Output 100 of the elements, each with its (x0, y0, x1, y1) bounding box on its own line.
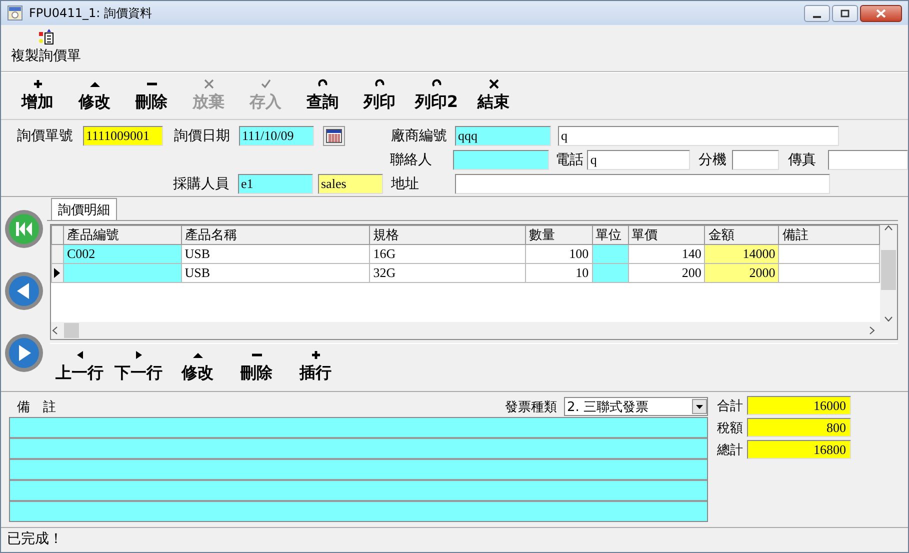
table-cell: 14000 (704, 244, 779, 264)
quote-number-field[interactable]: 1111009001 (83, 126, 163, 146)
window-title: FPU0411_1: 詢價資料 (29, 4, 152, 22)
next-record-button[interactable] (4, 333, 44, 373)
column-header[interactable]: 產品編號 (63, 226, 182, 245)
table-cell: USB (181, 264, 370, 283)
detail-tab[interactable]: 詢價明細 (51, 198, 117, 220)
refresh-icon (318, 79, 328, 89)
edit-row-button[interactable]: 修改 (168, 344, 227, 391)
rewind-icon (4, 209, 44, 249)
up-triangle-icon (90, 79, 100, 89)
row-selector[interactable] (52, 264, 64, 283)
plus-icon (310, 350, 320, 360)
minimize-icon (813, 16, 821, 18)
total-label: 總計 (717, 442, 743, 458)
invoice-type-label: 發票種類 (505, 398, 557, 416)
table-cell: 200 (628, 264, 705, 283)
plus-icon (32, 79, 42, 89)
calendar-icon (326, 129, 342, 143)
right-triangle-icon (134, 350, 144, 360)
scroll-thumb[interactable] (64, 323, 79, 338)
table-cell: 140 (628, 244, 705, 264)
query-button[interactable]: 查詢 (294, 75, 351, 119)
phone-field[interactable]: q (587, 150, 690, 170)
vendor-name-field[interactable]: q (558, 126, 839, 146)
document-copy-icon (38, 29, 54, 45)
status-text: 已完成！ (7, 530, 63, 548)
maximize-icon (840, 8, 850, 18)
left-triangle-icon (74, 350, 84, 360)
exit-button[interactable]: 結束 (465, 75, 522, 119)
column-header[interactable]: 備註 (778, 226, 880, 245)
quote-date-field[interactable]: 111/10/09 (239, 126, 314, 146)
table-cell: 100 (525, 244, 592, 264)
fax-field[interactable] (828, 150, 908, 170)
scroll-down-icon[interactable] (884, 316, 894, 322)
previous-record-button[interactable] (4, 271, 44, 311)
invoice-type-dropdown[interactable]: 2. 三聯式發票 (564, 397, 708, 416)
scroll-thumb[interactable] (881, 250, 896, 290)
column-header[interactable]: 數量 (525, 226, 592, 245)
refresh-icon (432, 79, 442, 89)
delete-button[interactable]: 刪除 (123, 75, 180, 119)
total-field: 16800 (747, 440, 851, 459)
contact-label: 聯絡人 (390, 151, 433, 169)
close-button[interactable] (860, 4, 902, 22)
table-cell: 2000 (704, 264, 779, 283)
print-button[interactable]: 列印2 (408, 75, 465, 119)
total-label: 合計 (717, 398, 743, 414)
first-record-button[interactable] (4, 209, 44, 249)
maximize-button[interactable] (832, 4, 858, 22)
vendor-code-label: 廠商編號 (391, 127, 448, 145)
total-label: 稅額 (717, 420, 743, 436)
delete-row-button[interactable]: 刪除 (227, 344, 286, 391)
column-header[interactable]: 單位 (592, 226, 628, 245)
remarks-field[interactable] (9, 417, 708, 522)
address-label: 地址 (391, 175, 420, 193)
close-icon (488, 79, 498, 89)
scroll-up-icon[interactable] (884, 225, 894, 232)
column-header[interactable]: 單價 (628, 226, 705, 245)
horizontal-scrollbar[interactable] (51, 322, 897, 340)
table-cell: C002 (63, 244, 182, 264)
copy-quote-button[interactable]: 複製詢價單 (7, 25, 85, 71)
insert-row-button[interactable]: 插行 (286, 344, 345, 391)
cross-icon (204, 79, 214, 89)
quote-date-label: 詢價日期 (174, 127, 231, 145)
quote-number-label: 詢價單號 (17, 127, 74, 145)
prev-row-button[interactable]: 上一行 (50, 344, 109, 391)
grid-corner (52, 226, 64, 245)
buyer-name-field[interactable]: sales (318, 174, 383, 194)
extension-label: 分機 (698, 151, 728, 169)
address-field[interactable] (455, 174, 830, 194)
vendor-code-field[interactable]: qqq (455, 126, 551, 146)
minimize-button[interactable] (804, 4, 830, 22)
remarks-label: 備 註 (17, 398, 56, 416)
refresh-icon (374, 79, 384, 89)
table-cell: 10 (525, 264, 592, 283)
extension-field[interactable] (732, 150, 779, 170)
print-button[interactable]: 列印 (351, 75, 408, 119)
buyer-label: 採購人員 (173, 175, 230, 193)
column-header[interactable]: 金額 (704, 226, 779, 245)
buyer-code-field[interactable]: e1 (238, 174, 313, 194)
phone-label: 電話 (556, 151, 585, 169)
next-row-button[interactable]: 下一行 (109, 344, 168, 391)
fax-label: 傳真 (788, 151, 817, 169)
vertical-scrollbar[interactable] (880, 225, 897, 322)
column-header[interactable]: 產品名稱 (181, 226, 370, 245)
add-button[interactable]: 增加 (9, 75, 66, 119)
edit-button[interactable]: 修改 (66, 75, 123, 119)
table-cell: USB (181, 244, 370, 264)
up-triangle-icon (192, 350, 202, 360)
contact-field[interactable] (453, 150, 549, 170)
row-pointer-icon (52, 267, 62, 280)
close-icon (876, 8, 886, 18)
table-cell: 32G (370, 264, 526, 283)
table-cell: 16G (370, 244, 526, 264)
column-header[interactable]: 規格 (370, 226, 526, 245)
calendar-button[interactable] (323, 126, 345, 146)
check-icon (260, 79, 270, 89)
scroll-right-icon[interactable] (867, 326, 877, 336)
app-icon (7, 5, 23, 21)
total-field: 16000 (747, 396, 851, 415)
